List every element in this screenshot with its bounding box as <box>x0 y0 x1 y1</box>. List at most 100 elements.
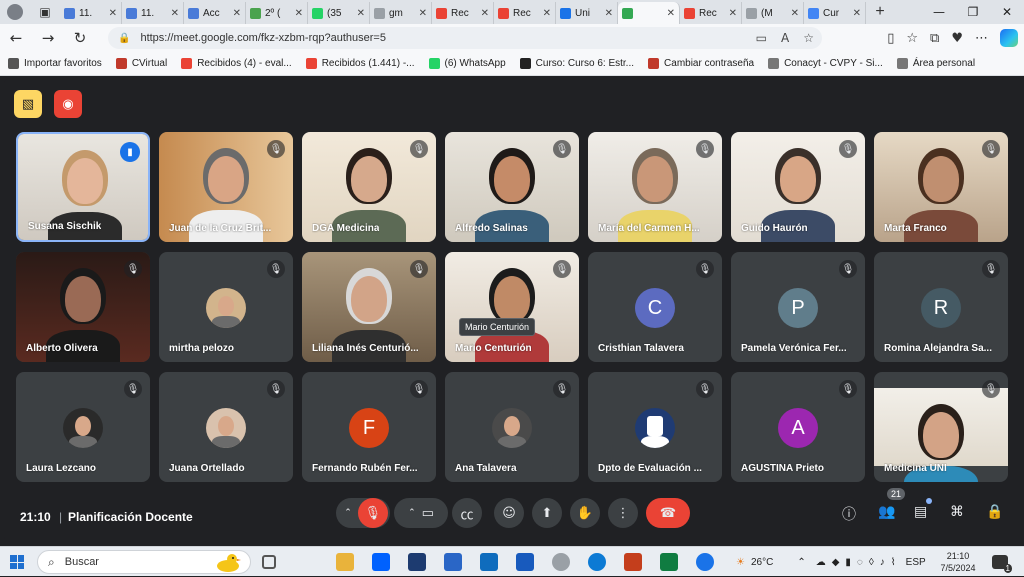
host-controls-icon[interactable]: 🔒 <box>986 504 1003 520</box>
network-icons[interactable]: ☁◆▮◌◊♪⌇ <box>816 557 902 568</box>
weather-icon[interactable]: ☀ <box>736 557 745 568</box>
leave-call-button[interactable]: ☎ <box>646 498 690 528</box>
file-explorer-icon[interactable] <box>336 553 354 571</box>
mic-off-icon[interactable]: 🎙 <box>357 498 388 528</box>
copilot-icon[interactable] <box>1000 29 1018 47</box>
browser-tab[interactable]: Cur ✕ <box>804 2 866 24</box>
close-tab-icon[interactable]: ✕ <box>729 8 737 19</box>
tab-actions-icon[interactable]: ▣ <box>30 0 60 24</box>
browser-tab[interactable]: gm ✕ <box>370 2 432 24</box>
read-aloud-icon[interactable]: A <box>781 31 789 45</box>
close-tab-icon[interactable]: ✕ <box>171 8 179 19</box>
more-icon[interactable]: ⋯ <box>975 31 988 46</box>
project-icon[interactable] <box>660 553 678 571</box>
participant-tile[interactable]: R 🎙 Romina Alejandra Sa... <box>874 252 1008 362</box>
edge-icon[interactable] <box>588 553 606 571</box>
dropbox-icon[interactable] <box>372 553 390 571</box>
close-tab-icon[interactable]: ✕ <box>233 8 241 19</box>
close-tab-icon[interactable]: ✕ <box>543 8 551 19</box>
bookmark-item[interactable]: Área personal <box>896 58 975 69</box>
participant-tile[interactable]: 🎙 DGA Medicina <box>302 132 436 242</box>
close-tab-icon[interactable]: ✕ <box>605 8 613 19</box>
browser-tab[interactable]: 11. ✕ <box>122 2 184 24</box>
browser-tab[interactable]: Rec ✕ <box>680 2 742 24</box>
recording-icon[interactable]: ◉ <box>54 90 82 118</box>
browser-tab[interactable]: Rec ✕ <box>494 2 556 24</box>
participant-tile[interactable]: 🎙 María del Carmen H... <box>588 132 722 242</box>
participant-tile[interactable]: C 🎙 Cristhian Talavera <box>588 252 722 362</box>
info-icon[interactable]: ⓘ <box>842 504 856 524</box>
close-tab-icon[interactable]: ✕ <box>109 8 117 19</box>
new-tab-button[interactable]: + <box>866 3 894 21</box>
weather-temp[interactable]: 26°C <box>751 557 773 568</box>
close-tab-icon[interactable]: ✕ <box>791 8 799 19</box>
split-screen-icon[interactable]: ▯ <box>887 31 894 46</box>
raise-hand-button[interactable]: ✋ <box>570 498 600 528</box>
close-tab-icon[interactable]: ✕ <box>481 8 489 19</box>
close-tab-icon[interactable]: ✕ <box>295 8 303 19</box>
mic-control[interactable]: ⌃ 🎙 <box>336 498 390 528</box>
close-tab-icon[interactable]: ✕ <box>357 8 365 19</box>
camera-icon[interactable]: ▭ <box>756 31 767 45</box>
address-bar[interactable]: 🔒 https://meet.google.com/fkz-xzbm-rqp?a… <box>108 27 822 49</box>
participant-tile[interactable]: 🎙 Laura Lezcano <box>16 372 150 482</box>
bookmark-item[interactable]: Recibidos (4) - eval... <box>181 58 292 69</box>
bookmark-item[interactable]: Recibidos (1.441) -... <box>305 58 415 69</box>
participant-tile[interactable]: 🎙 Guido Haurón <box>731 132 865 242</box>
collections-icon[interactable]: ⧉ <box>930 31 939 46</box>
bookmark-item[interactable]: Importar favoritos <box>8 58 102 69</box>
extensions-icon[interactable]: ♥ <box>951 31 963 46</box>
app-icon[interactable] <box>408 553 426 571</box>
more-options-button[interactable]: ⋮ <box>608 498 638 528</box>
participant-tile[interactable]: F 🎙 Fernando Rubén Fer... <box>302 372 436 482</box>
participant-tile[interactable]: 🎙 Mario Centurión Mario Centurión <box>445 252 579 362</box>
camera-off-icon[interactable]: ▧ <box>14 90 42 118</box>
participant-tile[interactable]: A 🎙 AGUSTINA Prieto <box>731 372 865 482</box>
close-tab-icon[interactable]: ✕ <box>667 8 675 19</box>
bookmark-item[interactable]: Curso: Curso 6: Estr... <box>519 58 634 69</box>
browser-tab[interactable]: Acc ✕ <box>184 2 246 24</box>
chrome-icon[interactable] <box>552 553 570 571</box>
participant-tile[interactable]: 🎙 Liliana Inés Centurió... <box>302 252 436 362</box>
favorite-star-icon[interactable]: ☆ <box>803 31 814 45</box>
reload-icon[interactable]: ↻ <box>64 24 96 52</box>
activities-icon[interactable]: ⌘ <box>950 504 964 520</box>
browser-tab[interactable]: Uni ✕ <box>556 2 618 24</box>
lock-icon[interactable]: 🔒 <box>118 33 130 44</box>
task-view-icon[interactable] <box>262 555 276 569</box>
notification-icon[interactable]: 1 <box>992 555 1012 573</box>
browser-tab[interactable]: (35 ✕ <box>308 2 370 24</box>
participant-tile[interactable]: P 🎙 Pamela Verónica Fer... <box>731 252 865 362</box>
chevron-up-icon[interactable]: ⌃ <box>408 508 416 518</box>
people-icon[interactable]: 👥 <box>878 504 895 520</box>
close-tab-icon[interactable]: ✕ <box>419 8 427 19</box>
language-indicator[interactable]: ESP <box>906 557 926 568</box>
bookmark-item[interactable]: CVirtual <box>115 58 167 69</box>
profile-button[interactable] <box>0 0 30 24</box>
browser-tab[interactable]: (M ✕ <box>742 2 804 24</box>
chat-icon[interactable]: ▤ <box>914 504 927 520</box>
chevron-up-icon[interactable]: ⌃ <box>344 508 352 518</box>
mail-icon[interactable] <box>480 553 498 571</box>
emoji-button[interactable]: ☺ <box>494 498 524 528</box>
participant-tile[interactable]: 🎙 Marta Franco <box>874 132 1008 242</box>
taskbar-search[interactable]: ⌕ Buscar <box>37 550 251 574</box>
participant-tile[interactable]: 🎙 Medicina UNI <box>874 372 1008 482</box>
browser-tab[interactable]: 11. ✕ <box>60 2 122 24</box>
browser-tab[interactable]: 2º (✕ <box>246 2 308 24</box>
restore-icon[interactable]: ❐ <box>956 0 990 24</box>
tray-overflow-icon[interactable]: ⌃ <box>797 557 805 568</box>
store-icon[interactable] <box>444 553 462 571</box>
close-window-icon[interactable]: ✕ <box>990 0 1024 24</box>
bookmark-item[interactable]: Cambiar contraseña <box>648 58 754 69</box>
bookmark-item[interactable]: (6) WhatsApp <box>428 58 506 69</box>
participant-tile[interactable]: 🎙 Ana Talavera <box>445 372 579 482</box>
back-icon[interactable]: ← <box>0 24 32 52</box>
participant-tile[interactable]: 🎙 Juan de la Cruz Brit... <box>159 132 293 242</box>
captions-button[interactable]: ㏄ <box>452 498 482 528</box>
participant-tile[interactable]: 🎙 Alberto Olivera <box>16 252 150 362</box>
participant-tile[interactable]: 🎙 Juana Ortellado <box>159 372 293 482</box>
close-tab-icon[interactable]: ✕ <box>853 8 861 19</box>
browser-tab[interactable]: Rec ✕ <box>432 2 494 24</box>
help-icon[interactable] <box>696 553 714 571</box>
